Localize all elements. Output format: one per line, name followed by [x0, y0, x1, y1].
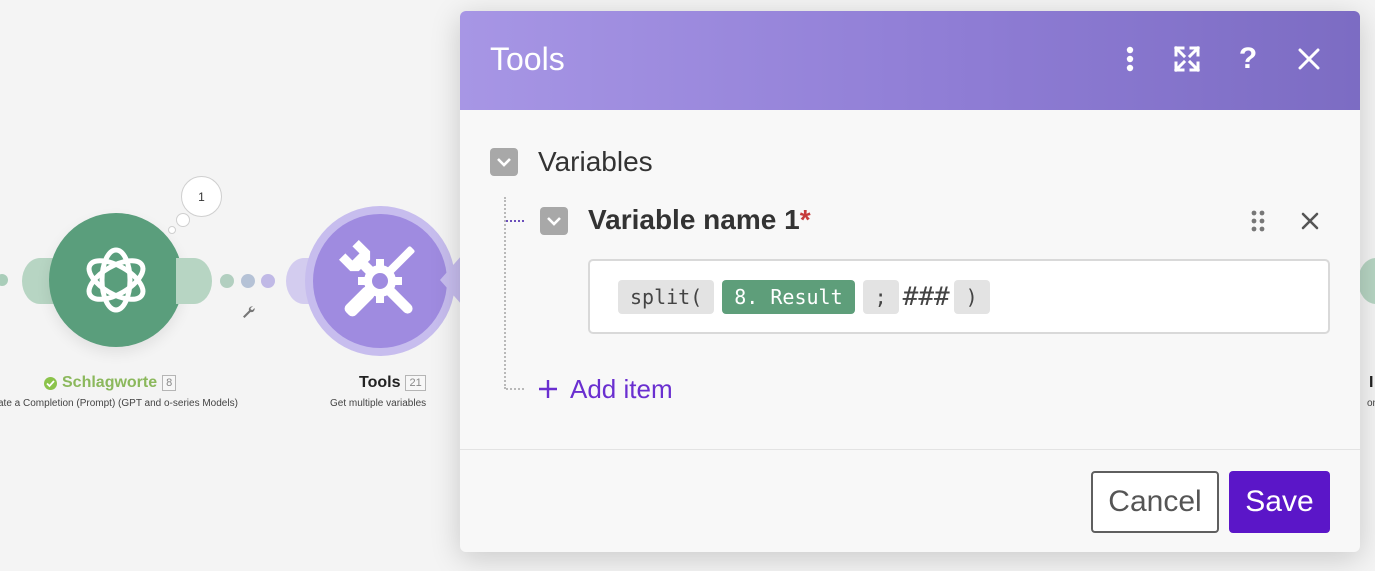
save-button[interactable]: Save [1229, 471, 1330, 533]
success-check-icon [44, 376, 57, 390]
cancel-button[interactable]: Cancel [1091, 471, 1219, 533]
dialog-body: Variables Variable name 1* split(8. Res… [460, 110, 1360, 450]
plus-icon [539, 380, 557, 398]
module-id-badge: 8 [162, 375, 177, 391]
link-dot [261, 274, 275, 288]
module-schlagworte[interactable] [49, 213, 183, 347]
collapse-variables-toggle[interactable] [490, 148, 518, 176]
openai-icon [86, 247, 146, 313]
module-next-subtitle: omp [1367, 398, 1375, 409]
module-title-text: Schlagworte [62, 374, 158, 391]
module-next-input-port [1358, 258, 1375, 304]
wrench-icon[interactable] [240, 304, 256, 320]
close-dialog-button[interactable] [1291, 41, 1327, 77]
close-icon [1298, 48, 1320, 70]
module-settings-dialog: Tools ? Variables Variable name 1* split… [460, 11, 1360, 552]
dialog-header: Tools ? [460, 11, 1360, 110]
module-tools-title: Tools 21 [359, 374, 426, 392]
add-item-button[interactable]: Add item [538, 372, 673, 406]
module-id-badge: 21 [405, 375, 426, 391]
variable-name-label: Variable name 1* [588, 204, 811, 236]
close-icon [1301, 212, 1319, 230]
module-schlagworte-title: Schlagworte 8 [44, 374, 177, 392]
chevron-down-icon [497, 158, 511, 167]
collapse-item-toggle[interactable] [540, 207, 568, 235]
tree-connector [506, 388, 524, 390]
expand-button[interactable] [1169, 41, 1205, 77]
function-token-close[interactable]: ) [953, 279, 990, 314]
module-schlagworte-subtitle: ate a Completion (Prompt) (GPT and o-ser… [0, 398, 238, 409]
modal-pointer [440, 255, 462, 305]
bubble-tail-medium [176, 213, 190, 227]
variable-name-text: Variable name 1 [588, 204, 800, 235]
variables-section-label: Variables [538, 146, 653, 177]
more-vertical-icon [1126, 46, 1134, 72]
module-title-text: Tools [359, 374, 401, 391]
module-title-text: I [1369, 374, 1374, 391]
module-tools-subtitle: Get multiple variables [330, 398, 427, 409]
function-token-open[interactable]: split( [618, 279, 715, 314]
tree-connector [504, 197, 506, 389]
operations-count-bubble[interactable]: 1 [181, 176, 222, 217]
link-dot [241, 274, 255, 288]
drag-item-handle[interactable] [1244, 207, 1272, 235]
literal-text: ### [902, 281, 950, 312]
link-dot [220, 274, 234, 288]
variable-value-input[interactable]: split( 8. Result ; ### ) [588, 259, 1330, 334]
connector-dot [0, 274, 8, 286]
help-icon: ? [1238, 42, 1258, 75]
drag-handle-icon [1251, 210, 1265, 232]
chevron-down-icon [547, 217, 561, 226]
module-next-title: I [1369, 374, 1373, 392]
separator-token[interactable]: ; [862, 279, 899, 314]
bubble-tail-small [168, 226, 176, 234]
tree-connector [506, 220, 524, 222]
module-tools[interactable] [313, 214, 447, 348]
remove-item-button[interactable] [1296, 207, 1324, 235]
dialog-title: Tools [490, 41, 565, 77]
help-button[interactable]: ? [1230, 41, 1266, 77]
footer-divider [460, 449, 1360, 450]
add-item-label: Add item [570, 373, 673, 404]
more-options-button[interactable] [1112, 41, 1148, 77]
required-mark: * [799, 204, 811, 235]
tools-icon [338, 239, 415, 317]
operations-count: 1 [198, 189, 205, 204]
variable-token[interactable]: 8. Result [722, 279, 855, 314]
module-schlagworte-output-port [176, 258, 212, 304]
expand-icon [1173, 45, 1201, 73]
